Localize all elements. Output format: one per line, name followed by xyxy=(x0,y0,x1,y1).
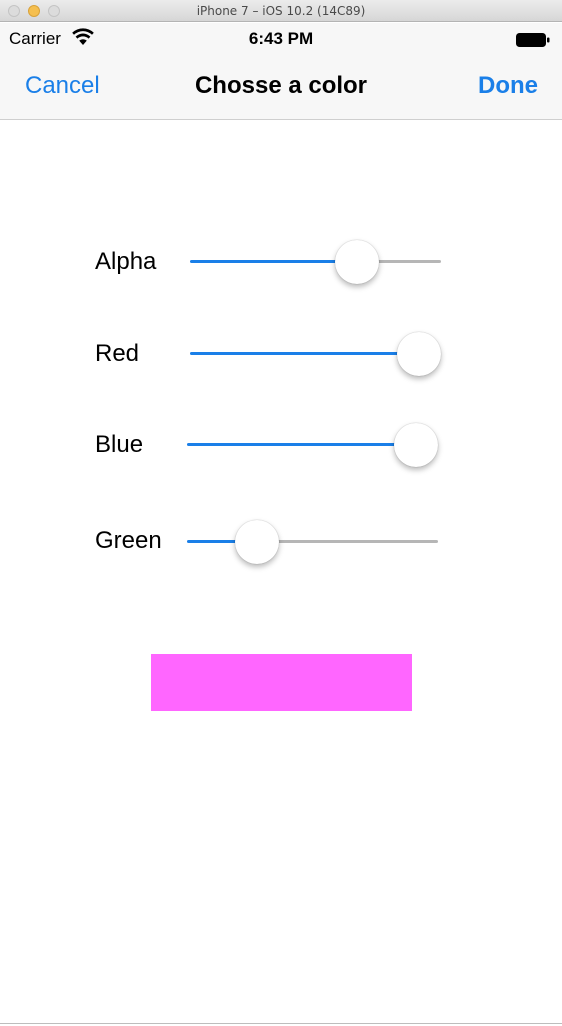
battery-icon xyxy=(516,33,550,47)
blue-label: Blue xyxy=(95,431,144,458)
navigation-bar: Cancel Chosse a color Done xyxy=(0,55,562,120)
red-label: Red xyxy=(95,340,140,367)
simulator-title-bar: iPhone 7 – iOS 10.2 (14C89) xyxy=(0,0,562,22)
clock: 6:43 PM xyxy=(248,29,314,48)
window-title: iPhone 7 – iOS 10.2 (14C89) xyxy=(196,4,366,18)
window-bottom-edge xyxy=(0,1023,562,1024)
alpha-slider-thumb[interactable] xyxy=(334,240,379,284)
red-slider[interactable] xyxy=(190,329,441,379)
blue-slider-thumb[interactable] xyxy=(394,423,438,467)
done-button[interactable]: Done xyxy=(478,72,538,100)
alpha-label: Alpha xyxy=(95,248,157,275)
alpha-slider[interactable] xyxy=(190,237,441,287)
green-slider[interactable] xyxy=(187,517,438,567)
status-bar: Carrier 6:43 PM xyxy=(0,23,562,55)
green-slider-thumb[interactable] xyxy=(234,520,279,564)
red-slider-thumb[interactable] xyxy=(397,332,441,376)
color-preview xyxy=(151,654,412,711)
blue-slider[interactable] xyxy=(187,420,438,470)
green-label: Green xyxy=(95,527,162,554)
